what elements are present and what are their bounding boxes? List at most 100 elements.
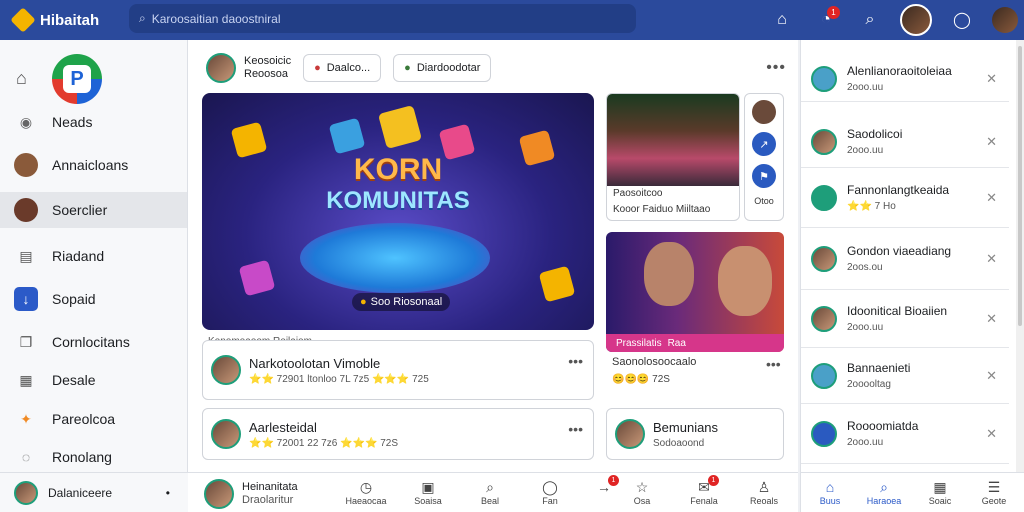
person-icon: ♙ <box>757 479 771 495</box>
notification-item[interactable]: Saodolicoi 2ooo.uu ✕ <box>801 116 1009 168</box>
search-icon: ⌕ <box>139 11 146 25</box>
sidebar-item-ronolang[interactable]: ◌ Ronolang <box>0 439 187 475</box>
story-user[interactable]: Keosoicic Reoosoa <box>206 53 291 83</box>
notification-title: Saodolicoi <box>847 127 903 141</box>
story-chip[interactable]: ● Daalco... <box>303 54 382 82</box>
close-icon[interactable]: ✕ <box>986 134 997 150</box>
nav-item-fenala[interactable]: ✉ 1 Fenala <box>676 475 732 506</box>
nav-item-osa[interactable]: ☆ Osa <box>614 479 670 506</box>
close-icon[interactable]: ✕ <box>986 368 997 384</box>
avatar <box>811 65 837 92</box>
photo-card[interactable]: Paosoitcoo Kooor Faiduo Miiltaao <box>606 93 740 221</box>
notification-icon[interactable]: ◔ 1 <box>812 6 840 34</box>
clock-icon: ◷ <box>359 479 373 495</box>
nav-item-geote[interactable]: ☰ Geote <box>969 479 1019 506</box>
app-logo[interactable]: P <box>52 54 102 104</box>
notification-sub: 2oos.ou <box>847 262 883 273</box>
sidebar-item-annaicloans[interactable]: Annaicloans <box>0 147 187 183</box>
close-icon[interactable]: ✕ <box>986 190 997 206</box>
photo-caption: Paosoitcoo <box>613 188 663 199</box>
more-options-icon[interactable]: ••• <box>766 356 781 372</box>
sidebar-item-riadand[interactable]: ▤ Riadand <box>0 238 187 274</box>
nav-item-haraoea[interactable]: ⌕ Haraoea <box>859 479 909 506</box>
bottom-user[interactable]: Heinanitata Draolaritur <box>204 479 298 509</box>
avatar[interactable] <box>900 4 932 36</box>
nav-item-soaisa[interactable]: ▣ Soaisa <box>400 479 456 506</box>
notification-sub: 2ooo.uu <box>847 145 884 156</box>
nav-label: Fenala <box>690 496 718 506</box>
hero-banner[interactable]: KORN KOMUNITAS ● Soo Riosonaal <box>202 93 594 330</box>
notification-title: Idoonitical Bioaiien <box>847 304 948 318</box>
story-chip[interactable]: ● Diardoodotar <box>393 54 492 82</box>
main-feed: Keosoicic Reoosoa ● Daalco... ● Diardoodota… <box>188 40 798 472</box>
nav-item-fan[interactable]: ◯ Fan <box>522 479 578 506</box>
story-user-name: Keosoicic <box>244 55 292 67</box>
sidebar-item-cornlocitans[interactable]: ❐ Cornlocitans <box>0 324 187 360</box>
coin-icon: ● <box>360 296 367 308</box>
sidebar-item-soerclier[interactable]: Soerclier <box>0 192 187 228</box>
brand-logo-icon <box>10 7 36 33</box>
post-card[interactable]: Narkotoolotan Vimoble ⭐⭐ 72901 ltonloo 7L… <box>202 340 594 400</box>
notification-item[interactable]: Roooomiatda 2ooo.uu ✕ <box>801 404 1009 464</box>
notification-title: Roooomiatda <box>847 419 919 433</box>
scrollbar-thumb[interactable] <box>1018 46 1022 326</box>
nav-item-haeaocaa[interactable]: ◷ Haeaocaa <box>338 479 394 506</box>
post-card[interactable]: Bemunians Sodoaoond <box>606 408 784 460</box>
mail-icon: ✉ 1 <box>676 475 732 496</box>
stories-row: Keosoicic Reoosoa ● Daalco... ● Diardoodota… <box>206 50 786 86</box>
notification-sub: 2ooooltag <box>847 379 891 390</box>
close-icon[interactable]: ✕ <box>986 426 997 442</box>
avatar <box>206 53 236 83</box>
sidebar-item-label: Riadand <box>52 248 105 264</box>
avatar <box>811 184 837 211</box>
avatar[interactable] <box>752 100 776 124</box>
close-icon[interactable]: ✕ <box>986 311 997 327</box>
notification-item[interactable]: Idoonitical Bioaiien 2ooo.uu ✕ <box>801 290 1009 348</box>
scrollbar[interactable] <box>1016 40 1024 472</box>
home-icon[interactable]: ⌂ <box>16 68 27 89</box>
top-icons: ⌂ ◔ 1 ⌕ ◯ <box>768 4 1018 36</box>
video-bar-label-2: Raa <box>667 337 686 349</box>
chat-icon[interactable]: ◯ <box>948 6 976 34</box>
nav-item-soaic[interactable]: ▦ Soaic <box>915 479 965 506</box>
close-icon[interactable]: ✕ <box>986 71 997 87</box>
notification-title: Gondon viaeadiang <box>847 244 952 258</box>
avatar <box>615 419 645 449</box>
home-icon[interactable]: ⌂ <box>768 6 796 34</box>
notification-item[interactable]: Alenlianoraoitoleiaa 2ooo.uu ✕ <box>801 56 1009 102</box>
notification-item[interactable]: Gondon viaeadiang 2oos.ou ✕ <box>801 228 1009 290</box>
nav-label: Soaisa <box>414 496 442 506</box>
nav-item-beal[interactable]: ⌕ Beal <box>462 479 518 506</box>
avatar-icon <box>14 198 38 222</box>
search-input[interactable]: ⌕ Karoosaitian daoostniral <box>129 4 636 33</box>
sidebar-item-desale[interactable]: ▦ Desale <box>0 362 187 398</box>
flag-icon[interactable]: ⚑ <box>752 164 776 188</box>
notification-badge: 1 <box>827 6 840 19</box>
video-bar-label: Prassilatis <box>616 337 662 349</box>
notification-item[interactable]: Bannaenieti 2ooooltag ✕ <box>801 348 1009 404</box>
more-options-icon[interactable]: ••• <box>568 421 583 437</box>
more-options-icon[interactable]: ••• <box>766 59 786 77</box>
sidebar-item-sopaid[interactable]: ↓ Sopaid <box>0 281 187 317</box>
search-icon[interactable]: ⌕ <box>856 6 884 34</box>
calendar-icon: ▦ <box>933 479 947 495</box>
share-icon[interactable]: ↗ <box>752 132 776 156</box>
brand[interactable]: Hibaitah <box>0 7 128 33</box>
avatar-secondary[interactable] <box>992 7 1018 33</box>
video-card[interactable]: Prassilatis Raa <box>606 232 784 352</box>
brand-name: Hibaitah <box>40 11 100 29</box>
notification-item[interactable]: Fannonlangtkeaida ⭐⭐ 7 Ho ✕ <box>801 168 1009 228</box>
sidebar-footer[interactable]: Dalaniceere • <box>0 472 188 512</box>
sidebar-item-neads[interactable]: ◉ Neads <box>0 104 187 140</box>
calendar-icon: ▦ <box>19 371 33 388</box>
nav-item-reoals[interactable]: ♙ Reoals <box>736 479 792 506</box>
more-options-icon[interactable]: ••• <box>568 353 583 369</box>
sidebar-item-pareolcoa[interactable]: ✦ Pareolcoa <box>0 401 187 437</box>
home-icon: ⌂ <box>825 479 835 495</box>
post-card[interactable]: Aarlesteidal ⭐⭐ 72001 22 7z6 ⭐⭐⭐ 72S ••• <box>202 408 594 460</box>
top-bar: Hibaitah ⌕ Karoosaitian daoostniral ⌂ ◔ 1… <box>0 0 1024 40</box>
hero-pill[interactable]: ● Soo Riosonaal <box>352 293 451 311</box>
bottom-nav: Heinanitata Draolaritur ◷ Haeaocaa ▣ Soaisa… <box>188 472 798 512</box>
nav-item-buus[interactable]: ⌂ Buus <box>805 479 855 506</box>
close-icon[interactable]: ✕ <box>986 251 997 267</box>
